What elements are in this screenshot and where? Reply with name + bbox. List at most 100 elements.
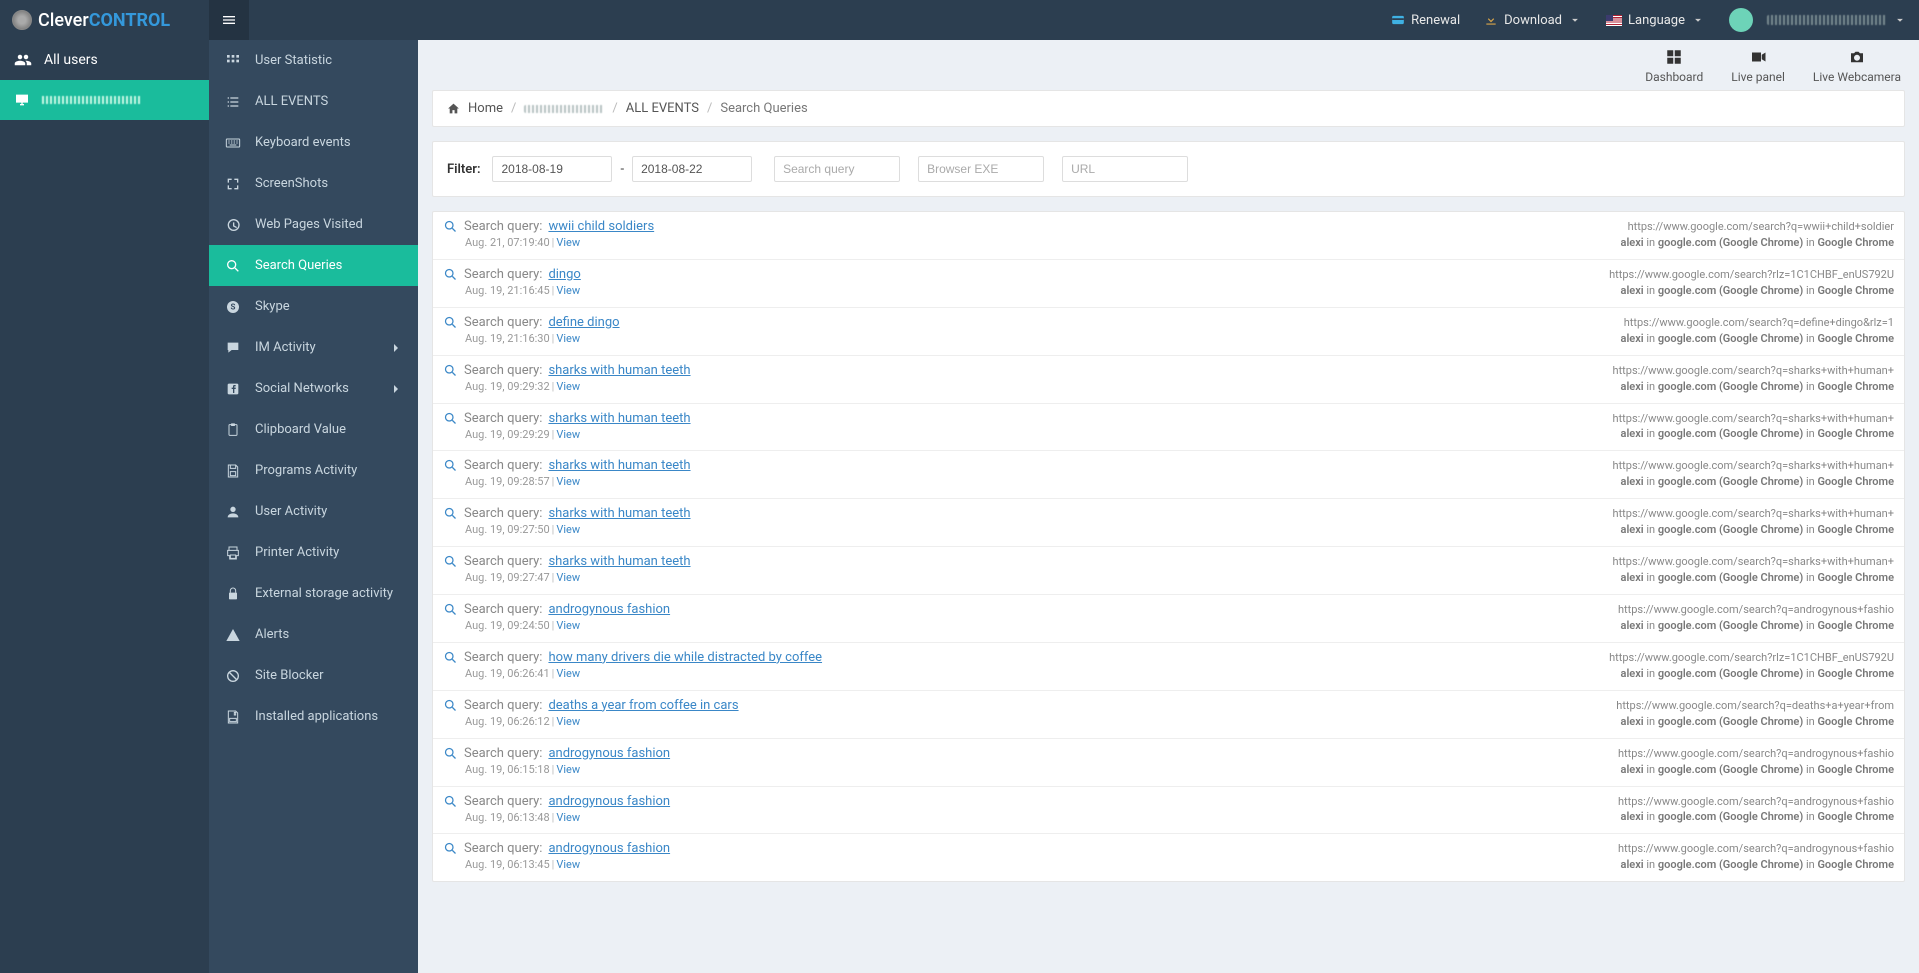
row-view-link[interactable]: View [556,858,580,871]
filter-browser-input[interactable] [918,156,1044,182]
language-link[interactable]: Language [1594,0,1717,40]
filter-date-from[interactable] [492,156,612,182]
row-view-link[interactable]: View [556,380,580,393]
menu-toggle[interactable] [209,0,249,40]
logo[interactable]: CleverCONTROL [0,0,209,40]
sidebar-all-users[interactable]: All users [0,40,209,80]
result-row: Search query: sharks with human teethAug… [433,547,1904,595]
sidebar-item-clipboard-value[interactable]: Clipboard Value [209,409,418,450]
search-icon [443,602,458,617]
sidebar-item-site-blocker[interactable]: Site Blocker [209,655,418,696]
row-url[interactable]: https://www.google.com/search?q=define+d… [1621,315,1894,331]
sidebar-item-social-networks[interactable]: Social Networks [209,368,418,409]
sidebar-item-user-statistic[interactable]: User Statistic [209,40,418,81]
row-left: Search query: androgynous fashionAug. 19… [443,841,670,873]
row-sub: Aug. 19, 09:28:57|View [465,475,691,488]
sidebar-item-all-events[interactable]: ALL EVENTS [209,81,418,122]
sidebar-item-screenshots[interactable]: ScreenShots [209,163,418,204]
row-url[interactable]: https://www.google.com/search?q=androgyn… [1618,841,1894,857]
row-title: Search query: deaths a year from coffee … [443,698,739,713]
search-icon [443,841,458,856]
sidebar-item-installed-applications[interactable]: Installed applications [209,696,418,737]
row-view-link[interactable]: View [556,523,580,536]
row-view-link[interactable]: View [556,284,580,297]
row-title: Search query: androgynous fashion [443,602,670,617]
row-view-link[interactable]: View [556,332,580,345]
sidebar-item-im-activity[interactable]: IM Activity [209,327,418,368]
row-query-link[interactable]: sharks with human teeth [548,458,690,473]
row-url[interactable]: https://www.google.com/search?q=androgyn… [1618,794,1894,810]
row-label: Search query: [464,602,542,617]
renewal-link[interactable]: Renewal [1379,0,1472,40]
row-view-link[interactable]: View [556,811,580,824]
row-url[interactable]: https://www.google.com/search?q=sharks+w… [1613,411,1894,427]
row-query-link[interactable]: define dingo [548,315,619,330]
row-view-link[interactable]: View [556,236,580,249]
row-url[interactable]: https://www.google.com/search?rlz=1C1CHB… [1609,267,1894,283]
sidebar-item-web-pages-visited[interactable]: Web Pages Visited [209,204,418,245]
sidebar-item-skype[interactable]: SSkype [209,286,418,327]
row-url[interactable]: https://www.google.com/search?rlz=1C1CHB… [1609,650,1894,666]
row-url[interactable]: https://www.google.com/search?q=sharks+w… [1613,506,1894,522]
sidebar-user-item[interactable] [0,80,209,120]
result-row: Search query: how many drivers die while… [433,643,1904,691]
row-sub: Aug. 19, 09:24:50|View [465,619,670,632]
row-view-link[interactable]: View [556,428,580,441]
filter-box: Filter: - [432,141,1905,197]
sidebar-item-alerts[interactable]: Alerts [209,614,418,655]
download-link[interactable]: Download [1472,0,1594,40]
breadcrumb-user-redacted[interactable] [524,105,604,113]
row-query-link[interactable]: sharks with human teeth [548,363,690,378]
row-timestamp: Aug. 19, 06:13:48 [465,811,550,824]
sidebar-item-user-activity[interactable]: User Activity [209,491,418,532]
row-left: Search query: how many drivers die while… [443,650,822,682]
row-query-link[interactable]: sharks with human teeth [548,411,690,426]
row-query-link[interactable]: wwii child soldiers [548,219,654,234]
sidebar-item-printer-activity[interactable]: Printer Activity [209,532,418,573]
filter-date-to[interactable] [632,156,752,182]
row-query-link[interactable]: androgynous fashion [548,746,670,761]
block-icon [225,668,241,684]
row-query-link[interactable]: dingo [548,267,580,282]
row-url[interactable]: https://www.google.com/search?q=androgyn… [1618,602,1894,618]
row-view-link[interactable]: View [556,763,580,776]
row-view-link[interactable]: View [556,475,580,488]
row-query-link[interactable]: sharks with human teeth [548,506,690,521]
sidebar-item-programs-activity[interactable]: Programs Activity [209,450,418,491]
row-url[interactable]: https://www.google.com/search?q=androgyn… [1618,746,1894,762]
sidebar-item-external-storage-activity[interactable]: External storage activity [209,573,418,614]
row-view-link[interactable]: View [556,619,580,632]
breadcrumb-home[interactable]: Home [468,101,503,116]
row-timestamp: Aug. 19, 06:26:41 [465,667,550,680]
row-query-link[interactable]: deaths a year from coffee in cars [548,698,738,713]
row-meta: alexi in google.com (Google Chrome) in G… [1621,523,1894,536]
search-icon [443,267,458,282]
row-view-link[interactable]: View [556,571,580,584]
row-url[interactable]: https://www.google.com/search?q=sharks+w… [1613,363,1894,379]
sidebar-item-search-queries[interactable]: Search Queries [209,245,418,286]
row-url[interactable]: https://www.google.com/search?q=sharks+w… [1613,554,1894,570]
live-panel-button[interactable]: Live panel [1731,48,1785,84]
row-query-link[interactable]: androgynous fashion [548,602,670,617]
row-title: Search query: sharks with human teeth [443,411,691,426]
sidebar-item-keyboard-events[interactable]: Keyboard events [209,122,418,163]
breadcrumb-allevents[interactable]: ALL EVENTS [626,101,699,116]
row-query-link[interactable]: androgynous fashion [548,794,670,809]
row-url[interactable]: https://www.google.com/search?q=deaths+a… [1616,698,1894,714]
row-view-link[interactable]: View [556,667,580,680]
row-url[interactable]: https://www.google.com/search?q=wwii+chi… [1621,219,1894,235]
row-url[interactable]: https://www.google.com/search?q=sharks+w… [1613,458,1894,474]
row-query-link[interactable]: sharks with human teeth [548,554,690,569]
row-left: Search query: dingoAug. 19, 21:16:45|Vie… [443,267,581,299]
topbar-right: Renewal Download Language [1379,0,1919,40]
row-left: Search query: sharks with human teethAug… [443,363,691,395]
filter-query-input[interactable] [774,156,900,182]
logo-text-1: Clever [38,10,89,31]
dashboard-button[interactable]: Dashboard [1645,48,1703,84]
user-menu[interactable] [1717,0,1919,40]
row-view-link[interactable]: View [556,715,580,728]
row-query-link[interactable]: androgynous fashion [548,841,670,856]
webcam-button[interactable]: Live Webcamera [1813,48,1901,84]
row-query-link[interactable]: how many drivers die while distracted by… [548,650,822,665]
filter-url-input[interactable] [1062,156,1188,182]
